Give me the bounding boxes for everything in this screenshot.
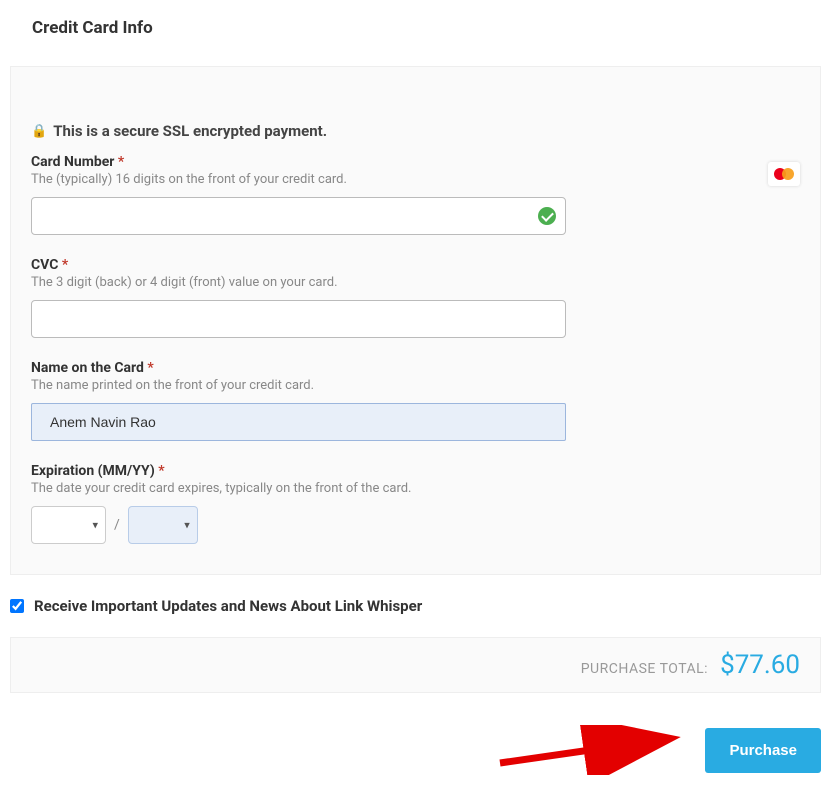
credit-card-panel: 🔒 This is a secure SSL encrypted payment… (10, 66, 821, 575)
valid-check-icon (538, 207, 556, 225)
purchase-total-label: PURCHASE TOTAL: (581, 661, 708, 677)
cvc-label: CVC * (31, 257, 800, 273)
updates-checkbox[interactable] (10, 599, 24, 613)
secure-text: This is a secure SSL encrypted payment. (53, 122, 327, 140)
card-number-input[interactable] (31, 197, 566, 235)
expiration-help: The date your credit card expires, typic… (31, 481, 800, 496)
card-number-label: Card Number * (31, 154, 800, 170)
arrow-annotation-icon (495, 725, 685, 775)
card-number-help: The (typically) 16 digits on the front o… (31, 172, 800, 187)
expiration-separator: / (114, 517, 120, 533)
updates-label: Receive Important Updates and News About… (34, 597, 422, 615)
mastercard-icon (768, 162, 800, 186)
section-title: Credit Card Info (32, 18, 821, 38)
name-label: Name on the Card * (31, 360, 800, 376)
purchase-total-bar: PURCHASE TOTAL: $77.60 (10, 637, 821, 693)
name-help: The name printed on the front of your cr… (31, 378, 800, 393)
cvc-help: The 3 digit (back) or 4 digit (front) va… (31, 275, 800, 290)
lock-icon: 🔒 (31, 124, 47, 139)
purchase-total-amount: $77.60 (720, 650, 800, 680)
expiration-year-select[interactable] (128, 506, 198, 544)
purchase-button[interactable]: Purchase (705, 728, 821, 773)
cvc-input[interactable] (31, 300, 566, 338)
secure-payment-notice: 🔒 This is a secure SSL encrypted payment… (31, 122, 800, 140)
expiration-label: Expiration (MM/YY) * (31, 463, 800, 479)
name-input[interactable] (31, 403, 566, 441)
expiration-month-select[interactable] (31, 506, 106, 544)
